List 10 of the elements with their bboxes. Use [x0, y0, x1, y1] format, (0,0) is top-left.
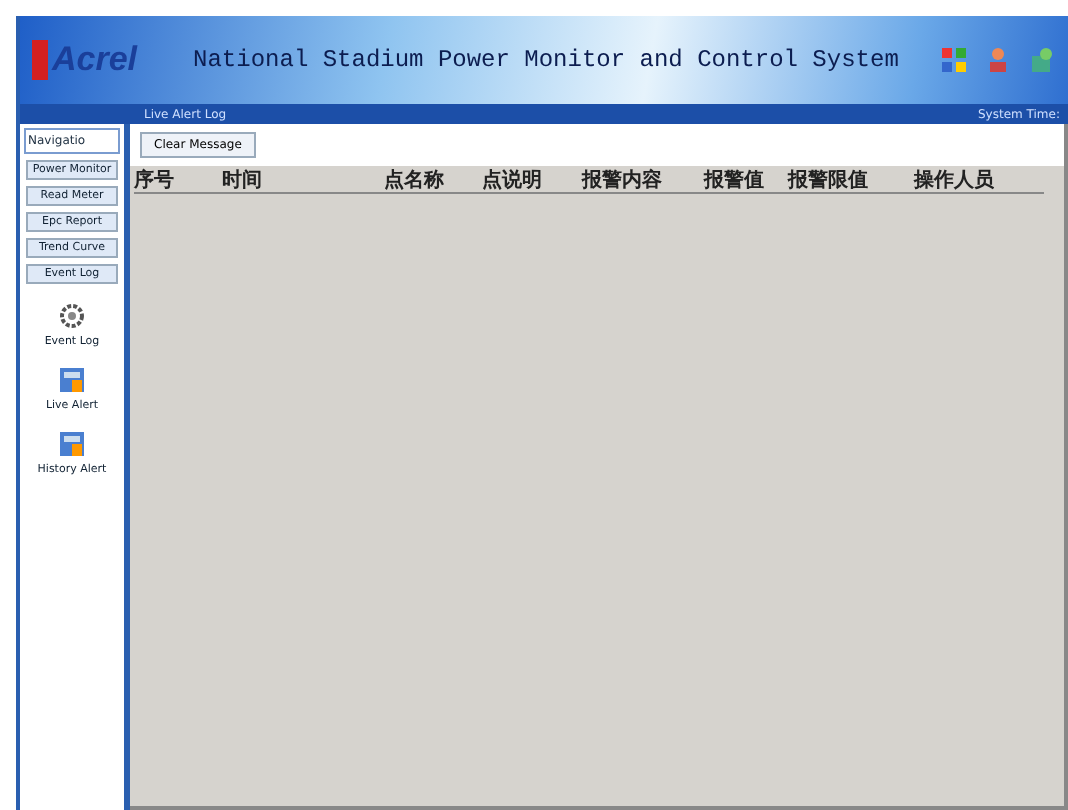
- app-title: National Stadium Power Monitor and Control System: [191, 46, 901, 74]
- column-header: 点名称: [384, 167, 446, 193]
- column-header: 报警值: [704, 167, 766, 193]
- column-header: 点说明: [482, 167, 544, 193]
- column-header: 报警内容: [582, 166, 664, 193]
- column-header: 时间: [222, 167, 264, 193]
- column-header: 报警限值: [788, 167, 870, 193]
- logo: Acrel: [32, 40, 138, 80]
- column-header: 序号: [134, 166, 176, 193]
- column-header: 操作人员: [914, 167, 996, 193]
